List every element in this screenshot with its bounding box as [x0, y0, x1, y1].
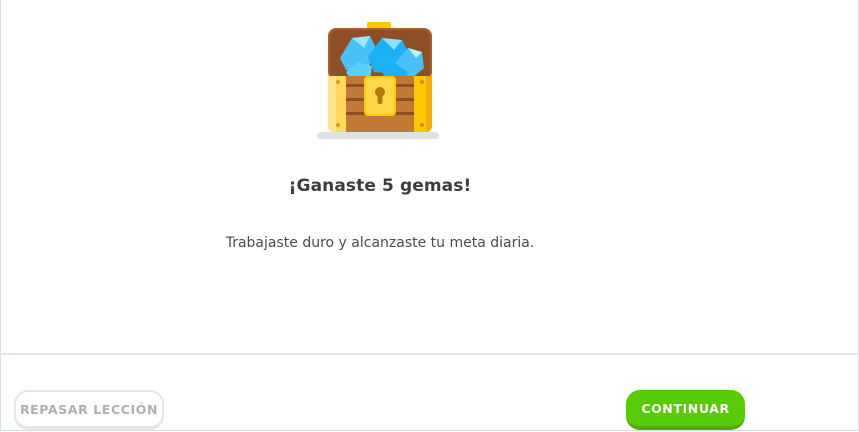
review-lesson-button[interactable]: REPASAR LECCIÓN [14, 390, 164, 430]
treasure-chest-icon [312, 18, 444, 146]
footer-divider [0, 353, 859, 355]
reward-subtitle: Trabajaste duro y alcanzaste tu meta dia… [225, 235, 535, 251]
continue-button[interactable]: CONTINUAR [626, 390, 745, 430]
reward-title: ¡Ganaste 5 gemas! [288, 176, 472, 196]
